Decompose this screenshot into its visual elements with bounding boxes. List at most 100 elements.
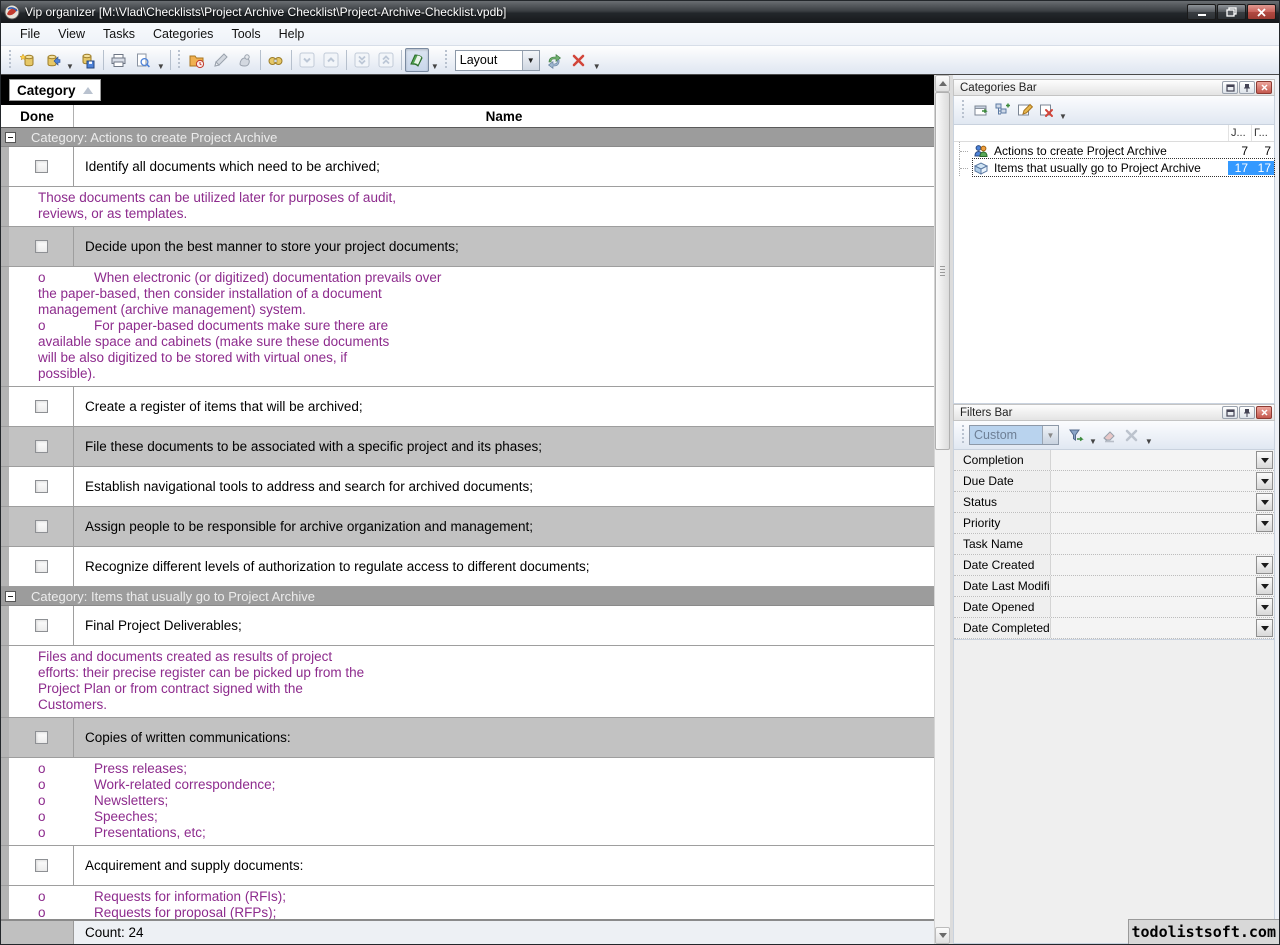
filter-dropdown-button[interactable] xyxy=(1256,493,1273,511)
task-checkbox[interactable] xyxy=(35,440,48,453)
filter-value-field[interactable] xyxy=(1051,492,1255,512)
delete-filter-button[interactable] xyxy=(1121,424,1143,446)
task-name-cell[interactable]: Establish navigational tools to address … xyxy=(74,467,934,506)
group-header-row[interactable]: Category: Items that usually go to Proje… xyxy=(1,587,934,606)
task-name-cell[interactable]: Identify all documents which need to be … xyxy=(74,147,934,186)
column-header-done[interactable]: Done xyxy=(1,105,74,127)
task-name-cell[interactable]: Acquirement and supply documents: xyxy=(74,846,934,885)
filter-dropdown-button[interactable] xyxy=(1256,451,1273,469)
new-database-button[interactable] xyxy=(16,48,40,72)
category-row-body[interactable]: Actions to create Project Archive77 xyxy=(973,142,1274,159)
filter-preset-combobox[interactable]: Custom ▼ xyxy=(969,425,1059,445)
menu-item-tools[interactable]: Tools xyxy=(222,24,269,44)
find-button[interactable] xyxy=(264,48,288,72)
category-row-body[interactable]: Items that usually go to Project Archive… xyxy=(973,159,1274,176)
categories-toolbar-grip[interactable] xyxy=(961,100,966,120)
task-row[interactable]: File these documents to be associated wi… xyxy=(1,427,934,467)
filter-preset-dropdown[interactable]: ▼ xyxy=(1042,426,1058,444)
layout-combobox-dropdown[interactable]: ▼ xyxy=(522,51,539,70)
filters-bar-restore-button[interactable] xyxy=(1222,406,1238,419)
task-row[interactable]: Recognize different levels of authorizat… xyxy=(1,547,934,587)
task-checkbox[interactable] xyxy=(35,731,48,744)
save-database-button[interactable] xyxy=(76,48,100,72)
scrollbar-thumb[interactable] xyxy=(935,92,950,450)
filters-bar-pin-button[interactable] xyxy=(1239,406,1255,419)
task-row[interactable]: Decide upon the best manner to store you… xyxy=(1,227,934,267)
clear-filter-button[interactable] xyxy=(1099,424,1121,446)
task-row[interactable]: Establish navigational tools to address … xyxy=(1,467,934,507)
task-row[interactable]: Copies of written communications: xyxy=(1,718,934,758)
scrollbar-down-button[interactable] xyxy=(935,927,950,944)
filters-bar-close-button[interactable] xyxy=(1256,406,1272,419)
task-name-cell[interactable]: Create a register of items that will be … xyxy=(74,387,934,426)
task-name-cell[interactable]: Final Project Deliverables; xyxy=(74,606,934,645)
menu-item-view[interactable]: View xyxy=(49,24,94,44)
apply-layout-button[interactable] xyxy=(543,48,567,72)
filter-dropdown-button[interactable] xyxy=(1256,556,1273,574)
toolbar-grip3[interactable] xyxy=(444,50,449,70)
filter-dropdown-button[interactable] xyxy=(1256,472,1273,490)
edit-category-button[interactable] xyxy=(1013,99,1035,121)
move-top-button[interactable] xyxy=(374,48,398,72)
new-category-button[interactable] xyxy=(969,99,991,121)
layout-combobox[interactable]: Layout ▼ xyxy=(455,50,540,71)
layout-view-toggle-button[interactable] xyxy=(405,48,429,72)
print-button[interactable] xyxy=(107,48,131,72)
category-row[interactable]: Actions to create Project Archive77 xyxy=(954,142,1274,159)
categories-toolbar-overflow-arrow[interactable]: ▼ xyxy=(1057,112,1069,121)
minimize-button[interactable] xyxy=(1187,4,1216,20)
filter-value-field[interactable] xyxy=(1051,576,1255,596)
task-checkbox[interactable] xyxy=(35,400,48,413)
filter-value-field[interactable] xyxy=(1051,450,1255,470)
filters-toolbar-overflow-arrow[interactable]: ▼ xyxy=(1143,437,1155,446)
task-row[interactable]: Create a register of items that will be … xyxy=(1,387,934,427)
print-preview-dropdown-arrow[interactable]: ▼ xyxy=(155,62,167,71)
move-down-button[interactable] xyxy=(295,48,319,72)
task-properties-button[interactable] xyxy=(185,48,209,72)
task-row[interactable]: Identify all documents which need to be … xyxy=(1,147,934,187)
filter-dropdown-button[interactable] xyxy=(1256,577,1273,595)
filter-value-field[interactable] xyxy=(1051,555,1255,575)
filters-toolbar-grip[interactable] xyxy=(961,425,966,445)
move-up-button[interactable] xyxy=(319,48,343,72)
open-database-dropdown-arrow[interactable]: ▼ xyxy=(64,62,76,71)
task-row[interactable]: Assign people to be responsible for arch… xyxy=(1,507,934,547)
filter-dropdown-button[interactable] xyxy=(1256,514,1273,532)
column-header-name[interactable]: Name xyxy=(74,109,934,124)
edit-task-button[interactable] xyxy=(209,48,233,72)
group-by-category-button[interactable]: Category xyxy=(9,79,101,101)
assign-task-button[interactable] xyxy=(233,48,257,72)
categories-bar-pin-button[interactable] xyxy=(1239,81,1255,94)
toolbar-grip[interactable] xyxy=(8,50,13,70)
task-checkbox[interactable] xyxy=(35,520,48,533)
category-row[interactable]: Items that usually go to Project Archive… xyxy=(954,159,1274,176)
task-name-cell[interactable]: Recognize different levels of authorizat… xyxy=(74,547,934,586)
task-checkbox[interactable] xyxy=(35,480,48,493)
filter-preset-value[interactable]: Custom xyxy=(970,426,1042,444)
task-checkbox[interactable] xyxy=(35,240,48,253)
toolbar-grip2[interactable] xyxy=(177,50,182,70)
collapse-group-icon[interactable] xyxy=(5,591,16,602)
delete-category-button[interactable] xyxy=(1035,99,1057,121)
apply-filter-button[interactable] xyxy=(1065,424,1087,446)
task-checkbox[interactable] xyxy=(35,160,48,173)
categories-bar-close-button[interactable] xyxy=(1256,81,1272,94)
filter-value-field[interactable] xyxy=(1051,618,1255,638)
restore-button[interactable] xyxy=(1217,4,1246,20)
menu-item-file[interactable]: File xyxy=(11,24,49,44)
apply-filter-dropdown-arrow[interactable]: ▼ xyxy=(1087,437,1099,446)
task-name-cell[interactable]: Assign people to be responsible for arch… xyxy=(74,507,934,546)
categories-bar-restore-button[interactable] xyxy=(1222,81,1238,94)
open-database-button[interactable] xyxy=(40,48,64,72)
task-name-cell[interactable]: Copies of written communications: xyxy=(74,718,934,757)
delete-layout-button[interactable] xyxy=(567,48,591,72)
task-checkbox[interactable] xyxy=(35,619,48,632)
toolbar-overflow-arrow[interactable]: ▼ xyxy=(591,62,603,71)
task-row[interactable]: Acquirement and supply documents: xyxy=(1,846,934,886)
filter-dropdown-button[interactable] xyxy=(1256,619,1273,637)
menu-item-tasks[interactable]: Tasks xyxy=(94,24,144,44)
filter-value-field[interactable] xyxy=(1051,471,1255,491)
filter-value-field[interactable] xyxy=(1051,513,1255,533)
layout-combobox-value[interactable]: Layout xyxy=(456,51,522,70)
new-subcategory-button[interactable] xyxy=(991,99,1013,121)
